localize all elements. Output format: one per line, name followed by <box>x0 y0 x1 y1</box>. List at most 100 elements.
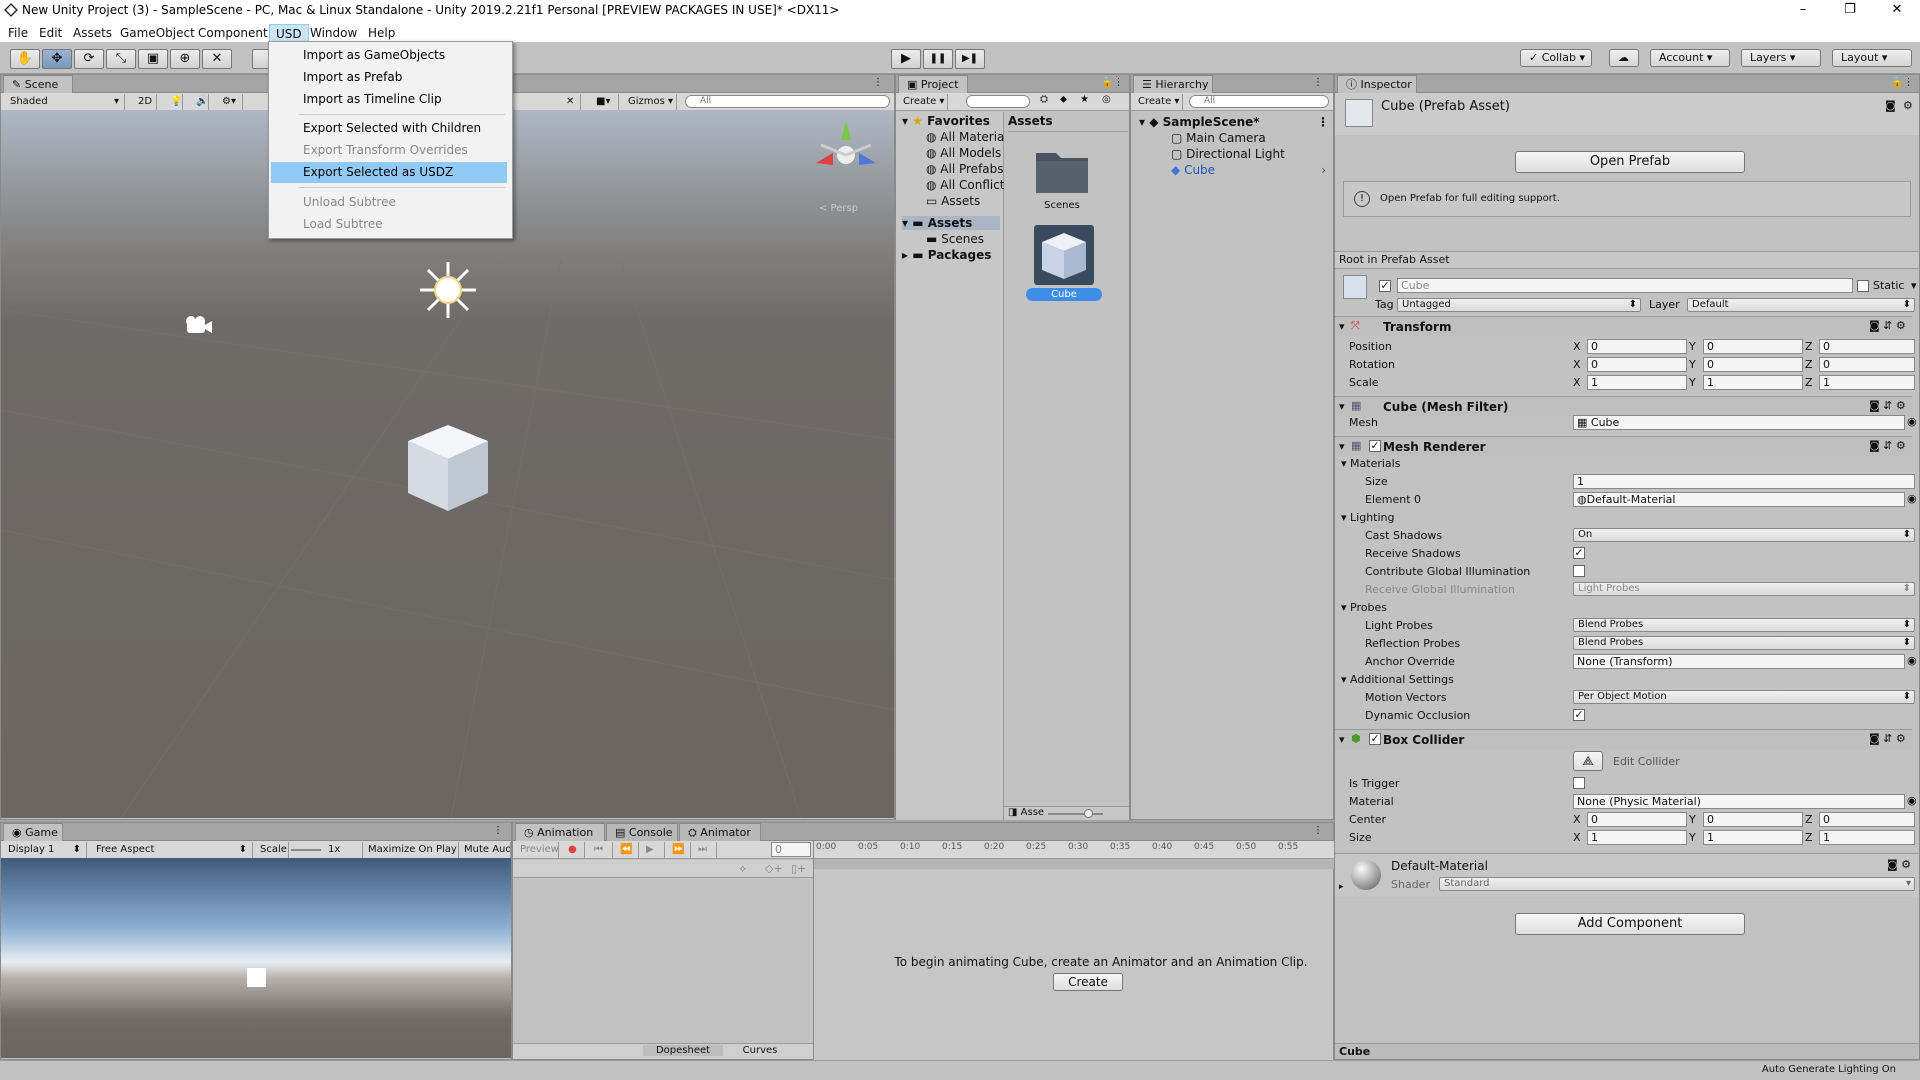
scale-slider[interactable] <box>291 849 321 851</box>
box-collider-header[interactable]: ▾ ⬢ ✓ Box Collider ◙ ⇵ ⚙ <box>1335 729 1912 749</box>
aspect-dropdown[interactable]: Free Aspect ⬍ <box>91 842 253 858</box>
probes-foldout[interactable]: ▾ Probes <box>1341 601 1387 614</box>
receive-shadows-checkbox[interactable]: ✓ <box>1573 547 1585 559</box>
hierarchy-item[interactable]: ▢ Main Camera <box>1171 131 1266 145</box>
help-icon[interactable]: ◙ <box>1885 99 1896 112</box>
center-x-field[interactable]: 0 <box>1587 812 1687 827</box>
lock-icon[interactable]: 🔒⋮ <box>1891 77 1913 88</box>
menu-gameobject[interactable]: GameObject <box>114 24 201 42</box>
center-z-field[interactable]: 0 <box>1819 812 1915 827</box>
scale-z-field[interactable]: 1 <box>1819 375 1915 390</box>
active-checkbox[interactable]: ✓ <box>1379 280 1391 292</box>
motion-vectors-dropdown[interactable]: Per Object Motion ⬍ <box>1573 690 1915 704</box>
mute-audio-toggle[interactable]: Mute Aud <box>459 842 511 858</box>
game-view[interactable] <box>1 858 511 1058</box>
play-anim-icon[interactable]: ▶ <box>641 842 665 858</box>
menu-item-export-usdz[interactable]: Export Selected as USDZ <box>271 162 507 183</box>
anchor-override-field[interactable]: None (Transform) <box>1573 654 1905 669</box>
mesh-filter-header[interactable]: ▾ ▦ Cube (Mesh Filter) ◙ ⇵ ⚙ <box>1335 396 1912 416</box>
menu-item-export-with-children[interactable]: Export Selected with Children <box>271 118 507 139</box>
rotation-x-field[interactable]: 0 <box>1587 357 1687 372</box>
menu-assets[interactable]: Assets <box>67 24 118 42</box>
account-dropdown[interactable]: Account ▾ <box>1650 49 1730 67</box>
rotate-tool-icon[interactable]: ⟳ <box>74 49 104 69</box>
object-picker-icon[interactable]: ◉ <box>1907 654 1917 667</box>
minimize-button[interactable]: – <box>1780 0 1826 22</box>
menu-item-import-gameobjects[interactable]: Import as GameObjects <box>271 45 507 66</box>
hidden-packages-icon[interactable]: ◎ <box>1102 94 1111 105</box>
position-x-field[interactable]: 0 <box>1587 339 1687 354</box>
menu-item-import-timeline-clip[interactable]: Import as Timeline Clip <box>271 89 507 110</box>
position-z-field[interactable]: 0 <box>1819 339 1915 354</box>
favorite-star-icon[interactable]: ★ <box>1080 94 1089 105</box>
hand-tool-icon[interactable]: ✋ <box>10 49 40 69</box>
shading-dropdown[interactable]: Shaded ▾ <box>5 94 125 110</box>
component-icons[interactable]: ◙ ⚙ <box>1887 858 1911 871</box>
rect-tool-icon[interactable]: ▣ <box>138 49 168 69</box>
menu-component[interactable]: Component <box>192 24 274 42</box>
component-icons[interactable]: ◙ ⇵ ⚙ <box>1869 732 1906 745</box>
contribute-gi-checkbox[interactable] <box>1573 565 1585 577</box>
menu-item-export-transform-overrides[interactable]: Export Transform Overrides <box>271 140 507 161</box>
object-picker-icon[interactable]: ◉ <box>1907 794 1917 807</box>
transform-header[interactable]: ▾ ⤧ Transform ◙ ⇵ ⚙ <box>1335 316 1912 336</box>
cube-object[interactable] <box>406 423 490 513</box>
transform-tool-icon[interactable]: ⊕ <box>170 49 200 69</box>
effects-dropdown-icon[interactable]: ⚙▾ <box>217 94 243 110</box>
preview-bar[interactable]: Cube <box>1335 1043 1919 1059</box>
panel-menu-icon[interactable]: ⋮ <box>1313 77 1323 88</box>
add-event-icon[interactable]: ▯+ <box>791 862 806 875</box>
move-tool-icon[interactable]: ✥ <box>42 49 72 69</box>
cube-thumb-label[interactable]: Cube <box>1026 288 1102 301</box>
record-button-icon[interactable]: ● <box>563 842 585 858</box>
menu-edit[interactable]: Edit <box>33 24 68 42</box>
hierarchy-search-input[interactable]: All <box>1189 95 1329 108</box>
lighting-toggle-icon[interactable]: 💡 <box>165 94 183 110</box>
hierarchy-item[interactable]: ▢ Directional Light <box>1171 147 1285 161</box>
hierarchy-item-selected[interactable]: ◆ Cube › <box>1171 163 1326 177</box>
box-collider-enabled-checkbox[interactable]: ✓ <box>1369 733 1381 745</box>
cloud-button[interactable]: ☁ <box>1609 49 1639 67</box>
scale-x-field[interactable]: 1 <box>1587 375 1687 390</box>
filter-type-icon[interactable]: ⛭ <box>1040 94 1048 105</box>
layers-dropdown[interactable]: Layers ▾ <box>1741 49 1821 67</box>
settings-gear-icon[interactable]: ⚙ <box>1903 99 1913 112</box>
menu-usd[interactable]: USD <box>269 24 309 42</box>
tab-scene[interactable]: ✎ Scene <box>3 75 73 93</box>
size-z-field[interactable]: 1 <box>1819 830 1915 845</box>
static-checkbox[interactable] <box>1857 280 1869 292</box>
position-y-field[interactable]: 0 <box>1703 339 1803 354</box>
component-icons[interactable]: ◙ ⇵ ⚙ <box>1869 399 1906 412</box>
edit-collider-button[interactable]: ⟁ <box>1573 751 1603 771</box>
scale-y-field[interactable]: 1 <box>1703 375 1803 390</box>
mesh-field[interactable]: ▦ Cube <box>1573 415 1905 430</box>
custom-tool-icon[interactable]: ✕ <box>202 49 232 69</box>
scenes-folder[interactable]: ▬ Scenes <box>926 232 984 246</box>
menu-item-unload-subtree[interactable]: Unload Subtree <box>271 192 507 213</box>
thumbnail-size-slider[interactable] <box>1048 813 1103 815</box>
tab-animation[interactable]: ◷ Animation <box>515 823 605 841</box>
foldout-icon[interactable]: ▾ <box>1339 400 1345 413</box>
favorites-section[interactable]: ▾ ★ Favorites <box>902 114 990 128</box>
filter-label-icon[interactable]: ⬥ <box>1060 94 1067 105</box>
pause-button[interactable]: ❚❚ <box>923 49 953 69</box>
tab-game[interactable]: ◉ Game <box>3 823 63 841</box>
maximize-on-play-toggle[interactable]: Maximize On Play <box>363 842 459 858</box>
panel-menu-icon[interactable]: ⋮ <box>493 825 503 836</box>
dopesheet-area[interactable] <box>813 841 1334 1061</box>
scale-tool-icon[interactable]: ⤡ <box>106 49 136 69</box>
additional-settings-foldout[interactable]: ▾ Additional Settings <box>1341 673 1454 686</box>
mesh-renderer-enabled-checkbox[interactable]: ✓ <box>1369 440 1381 452</box>
physic-material-field[interactable]: None (Physic Material) <box>1573 794 1905 809</box>
curves-tab[interactable]: Curves <box>725 1045 795 1056</box>
layer-dropdown[interactable]: Default ⬍ <box>1687 298 1915 312</box>
camera-dropdown-icon[interactable]: ■▾ <box>591 94 619 110</box>
add-key-icon[interactable]: ◇+ <box>765 862 783 875</box>
gizmos-dropdown[interactable]: Gizmos ▾ <box>623 94 677 110</box>
directional-light-icon[interactable] <box>418 260 478 320</box>
frame-field[interactable]: 0 <box>771 842 811 857</box>
favorite-item[interactable]: ▭ Assets <box>926 194 980 208</box>
tab-inspector[interactable]: ⓘ Inspector <box>1337 75 1417 93</box>
favorite-item[interactable]: ◍ All Materia <box>926 130 1004 144</box>
is-trigger-checkbox[interactable] <box>1573 777 1585 789</box>
